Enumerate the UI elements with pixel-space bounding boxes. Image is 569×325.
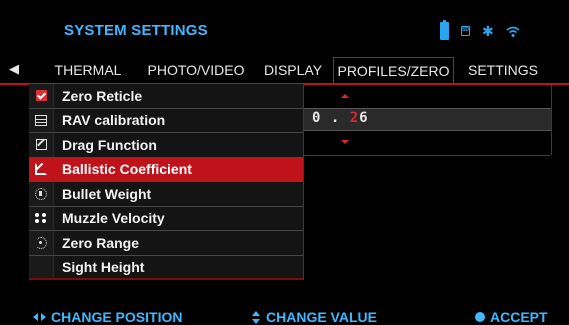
menu-item-sight-height[interactable]: Sight Height bbox=[29, 255, 303, 280]
wifi-icon bbox=[506, 25, 520, 37]
hint-label: CHANGE VALUE bbox=[266, 309, 377, 325]
value-prefix: 0 . bbox=[312, 110, 350, 126]
weight-icon bbox=[35, 187, 47, 200]
value-panel-border bbox=[551, 85, 552, 155]
tab-profiles-zero[interactable]: PROFILES/ZERO bbox=[333, 57, 454, 83]
calculator-icon bbox=[35, 114, 47, 126]
checkbox-icon bbox=[35, 90, 47, 102]
battery-icon bbox=[440, 20, 449, 40]
status-icons: SD ✱ bbox=[440, 20, 520, 42]
menu-item-label: Zero Range bbox=[62, 234, 140, 251]
value-editor-text[interactable]: 0 . 26 bbox=[312, 110, 369, 126]
range-icon bbox=[35, 236, 47, 249]
hint-accept: ACCEPT bbox=[475, 309, 548, 325]
value-panel-divider bbox=[304, 155, 551, 156]
hint-change-position: CHANGE POSITION bbox=[33, 309, 182, 325]
menu-item-drag-function[interactable]: Drag Function bbox=[29, 133, 303, 158]
decrease-arrow-icon[interactable] bbox=[341, 140, 349, 144]
left-right-arrows-icon bbox=[33, 312, 46, 322]
menu-item-label: Sight Height bbox=[62, 258, 145, 275]
hint-label: CHANGE POSITION bbox=[51, 309, 183, 325]
value-suffix: 6 bbox=[359, 110, 369, 126]
menu-item-label: Ballistic Coefficient bbox=[62, 161, 192, 178]
bluetooth-icon: ✱ bbox=[482, 23, 494, 39]
menu-item-rav-calibration[interactable]: RAV calibration bbox=[29, 108, 303, 133]
menu-item-bullet-weight[interactable]: Bullet Weight bbox=[29, 182, 303, 207]
profile-menu-list: Zero Reticle RAV calibration Drag Functi… bbox=[29, 84, 304, 280]
status-bar: SYSTEM SETTINGS SD ✱ bbox=[0, 0, 569, 46]
menu-item-zero-range[interactable]: Zero Range bbox=[29, 231, 303, 256]
edit-icon bbox=[35, 139, 47, 151]
increase-arrow-icon[interactable] bbox=[341, 94, 349, 98]
menu-item-label: Zero Reticle bbox=[62, 87, 143, 104]
back-arrow-icon[interactable]: ◀ bbox=[9, 62, 23, 76]
menu-item-zero-reticle[interactable]: Zero Reticle bbox=[29, 84, 303, 109]
menu-item-label: Muzzle Velocity bbox=[62, 210, 165, 227]
sd-card-icon: SD bbox=[461, 26, 470, 36]
dots-icon bbox=[35, 213, 47, 224]
menu-item-label: Drag Function bbox=[62, 136, 157, 153]
page-title: SYSTEM SETTINGS bbox=[64, 22, 208, 39]
menu-item-label: RAV calibration bbox=[62, 112, 166, 129]
menu-item-ballistic-coefficient[interactable]: Ballistic Coefficient bbox=[29, 157, 303, 182]
up-down-arrows-icon bbox=[251, 310, 261, 324]
accept-dot-icon bbox=[475, 312, 485, 322]
external-link-icon bbox=[35, 163, 47, 176]
tab-thermal[interactable]: THERMAL bbox=[46, 57, 130, 83]
hint-change-value: CHANGE VALUE bbox=[251, 309, 377, 325]
tab-display[interactable]: DISPLAY bbox=[258, 57, 328, 83]
menu-item-muzzle-velocity[interactable]: Muzzle Velocity bbox=[29, 206, 303, 231]
tab-settings[interactable]: SETTINGS bbox=[462, 57, 544, 83]
hint-label: ACCEPT bbox=[490, 309, 548, 325]
menu-item-label: Bullet Weight bbox=[62, 185, 152, 202]
tab-photo-video[interactable]: PHOTO/VIDEO bbox=[140, 57, 252, 83]
active-digit[interactable]: 2 bbox=[350, 110, 359, 126]
